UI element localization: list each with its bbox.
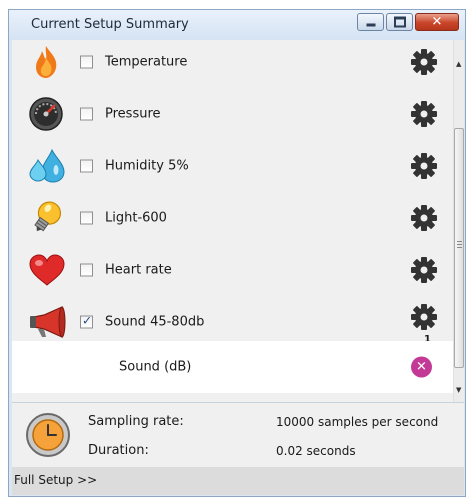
- minimize-icon: [366, 23, 375, 27]
- setup-summary-window: Current Setup Summary ✕ Temperature Pres…: [8, 9, 466, 497]
- channel-label: Sound (dB): [119, 359, 192, 375]
- title-bar[interactable]: Current Setup Summary ✕: [9, 10, 465, 40]
- sensor-row-temperature: Temperature: [12, 40, 453, 87]
- sensor-checkbox[interactable]: [80, 263, 93, 277]
- gauge-icon: [29, 97, 63, 131]
- sampling-rate-value: 10000 samples per second: [276, 415, 439, 429]
- heart-icon: [29, 254, 65, 286]
- full-setup-link[interactable]: Full Setup >>: [14, 473, 97, 487]
- duration-label: Duration:: [88, 443, 149, 458]
- window-controls: ✕: [355, 13, 459, 31]
- sensor-label: Humidity 5%: [105, 158, 189, 174]
- sampling-panel: Sampling rate: 10000 samples per second …: [12, 402, 464, 468]
- vertical-scrollbar[interactable]: ▲ ▼: [453, 40, 464, 402]
- grip-icon: [457, 241, 462, 250]
- sensor-label: Light-600: [105, 210, 167, 226]
- sensor-checkbox[interactable]: ✓: [80, 313, 93, 329]
- close-icon: ✕: [431, 14, 443, 30]
- window-title: Current Setup Summary: [31, 17, 189, 32]
- sensor-checkbox[interactable]: [80, 159, 93, 173]
- sensor-list: Temperature Pressure Humidity 5% Light-6…: [12, 40, 464, 402]
- sensor-label: Sound 45-80db: [105, 314, 205, 330]
- full-setup-bar: Full Setup >>: [12, 467, 464, 495]
- maximize-button[interactable]: [386, 13, 413, 31]
- sensor-row-pressure: Pressure: [12, 89, 453, 139]
- gear-icon[interactable]: [410, 303, 438, 331]
- sensor-checkbox[interactable]: [80, 211, 93, 225]
- sensor-label: Pressure: [105, 106, 161, 122]
- sensor-row-humidity: Humidity 5%: [12, 141, 453, 191]
- flame-icon: [36, 46, 57, 78]
- close-button[interactable]: ✕: [415, 13, 459, 31]
- scroll-up-icon[interactable]: ▲: [456, 60, 461, 68]
- gear-icon[interactable]: [410, 256, 438, 284]
- sensor-row-light: Light-600: [12, 193, 453, 243]
- gear-icon[interactable]: [410, 204, 438, 232]
- clock-icon: [26, 413, 70, 457]
- gear-icon[interactable]: [410, 152, 438, 180]
- gear-icon[interactable]: [410, 100, 438, 128]
- minimize-button[interactable]: [357, 13, 384, 31]
- water-drops-icon: [29, 148, 65, 183]
- sensor-checkbox[interactable]: [80, 107, 93, 121]
- sensor-label: Heart rate: [105, 262, 172, 278]
- remove-icon[interactable]: ✕: [411, 356, 432, 378]
- sensor-row-sound: ✓ Sound 45-80db 1: [12, 297, 453, 347]
- gear-icon[interactable]: [410, 48, 438, 76]
- scroll-down-icon[interactable]: ▼: [456, 386, 461, 394]
- sampling-rate-label: Sampling rate:: [88, 414, 184, 429]
- selected-channel-row: Sound (dB) ✕: [12, 341, 453, 393]
- checkmark-icon: ✓: [82, 313, 93, 328]
- scroll-thumb[interactable]: [454, 128, 464, 368]
- sensor-label: Temperature: [105, 54, 188, 70]
- maximize-icon: [393, 16, 406, 28]
- sensor-checkbox[interactable]: [80, 55, 93, 69]
- light-bulb-icon: [34, 201, 62, 232]
- megaphone-icon: [30, 306, 66, 338]
- duration-value: 0.02 seconds: [276, 444, 356, 458]
- sensor-row-heart-rate: Heart rate: [12, 245, 453, 295]
